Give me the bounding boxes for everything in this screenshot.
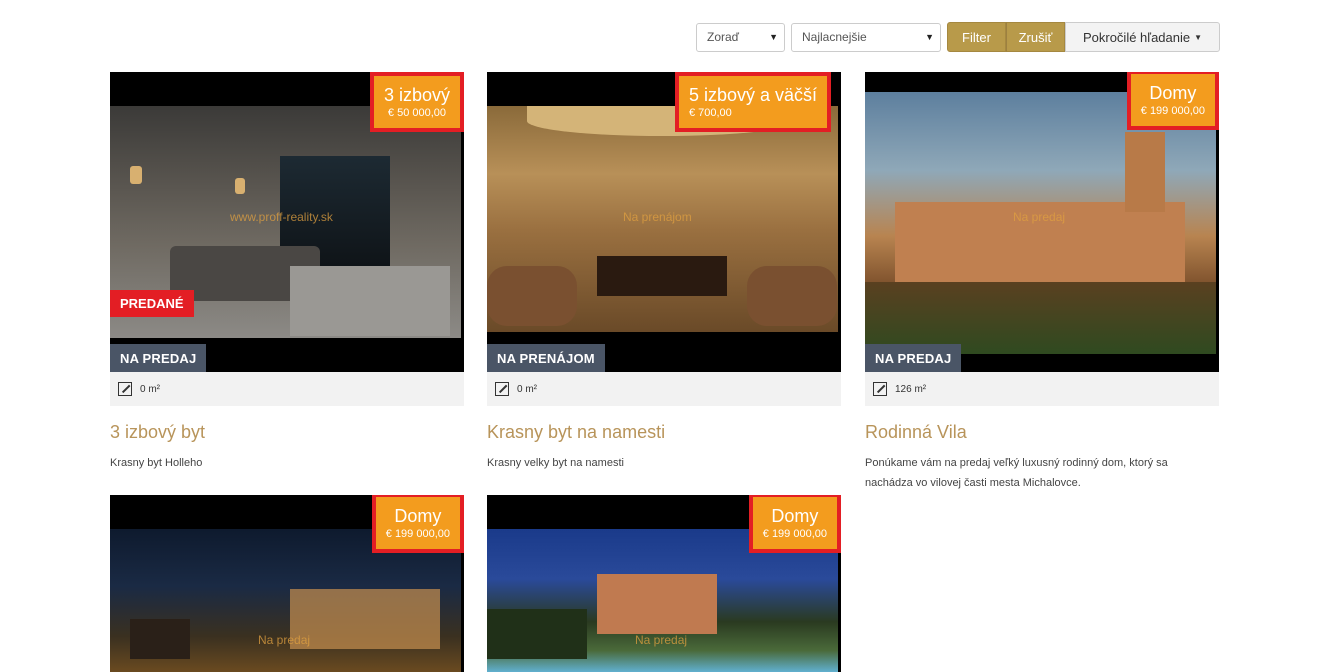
property-price: € 50 000,00 — [387, 107, 447, 119]
listing-card[interactable]: www.proff-reality.sk 3 izbový € 50 000,0… — [110, 72, 464, 473]
order-select[interactable]: Zoraď ▼ — [696, 22, 785, 52]
listing-photo[interactable]: Na predaj Domy € 199 000,00 NA PREDAJ — [865, 72, 1219, 372]
listing-description: Krasny velky byt na namesti — [487, 457, 624, 469]
status-badge: NA PREDAJ — [865, 344, 962, 372]
status-badge: NA PRENÁJOM — [487, 344, 605, 372]
listing-photo[interactable]: Na predaj Domy € 199 000,00 — [110, 495, 464, 672]
status-badge: NA PREDAJ — [110, 344, 207, 372]
watermark-text: Na predaj — [1013, 210, 1066, 224]
property-price: € 199 000,00 — [762, 528, 827, 540]
listing-description: Krasny byt Holleho — [110, 457, 203, 469]
listing-card[interactable]: Na predaj Domy € 199 000,00 — [487, 495, 841, 672]
listing-title[interactable]: Krasny byt na namesti — [487, 422, 841, 443]
garden-villa-image — [487, 529, 838, 672]
property-type: Domy — [771, 506, 819, 526]
sold-badge: PREDANÉ — [110, 290, 194, 317]
listing-card[interactable]: Na prenájom 5 izbový a väčší € 700,00 NA… — [487, 72, 841, 473]
filter-toolbar: Zoraď ▼ Najlacnejšie ▼ Filter Zrušiť Pok… — [696, 22, 1220, 52]
price-tag: 3 izbový € 50 000,00 — [369, 72, 464, 132]
price-tag: 5 izbový a väčší € 700,00 — [674, 72, 832, 132]
watermark-text: Na predaj — [635, 633, 688, 647]
property-price: € 199 000,00 — [385, 528, 450, 540]
listing-area: 126 m² — [895, 383, 927, 395]
sort-select[interactable]: Najlacnejšie ▼ — [791, 22, 941, 52]
area-icon — [873, 382, 887, 396]
listing-photo[interactable]: Na predaj Domy € 199 000,00 — [487, 495, 841, 672]
advanced-search-label: Pokročilé hľadanie — [1082, 29, 1191, 45]
listing-meta: 126 m² — [865, 372, 1219, 406]
caret-down-icon: ▼ — [925, 32, 934, 42]
order-select-label: Zoraď — [707, 30, 740, 44]
advanced-search-button[interactable]: Pokročilé hľadanie ▼ — [1065, 22, 1220, 52]
watermark-text: Na predaj — [258, 633, 311, 647]
property-price: € 700,00 — [688, 107, 732, 119]
filter-button-group: Filter Zrušiť Pokročilé hľadanie ▼ — [947, 22, 1220, 52]
watermark-text: Na prenájom — [623, 210, 692, 224]
cancel-button[interactable]: Zrušiť — [1006, 22, 1065, 52]
night-villa-image — [110, 529, 461, 672]
listing-area: 0 m² — [140, 383, 160, 395]
listing-title[interactable]: Rodinná Vila — [865, 422, 1219, 443]
listing-photo[interactable]: Na prenájom 5 izbový a väčší € 700,00 NA… — [487, 72, 841, 372]
listing-card[interactable]: Na predaj Domy € 199 000,00 — [110, 495, 464, 672]
property-type: 5 izbový a väčší — [688, 85, 817, 105]
filter-button[interactable]: Filter — [947, 22, 1006, 52]
caret-down-icon: ▼ — [1194, 32, 1203, 42]
listing-area: 0 m² — [517, 383, 537, 395]
property-type: Domy — [394, 506, 442, 526]
listing-description: Ponúkame vám na predaj veľký luxusný rod… — [865, 457, 1168, 489]
listing-photo[interactable]: www.proff-reality.sk 3 izbový € 50 000,0… — [110, 72, 464, 372]
property-type: 3 izbový — [383, 85, 450, 105]
listing-meta: 0 m² — [487, 372, 841, 406]
property-type: Domy — [1149, 83, 1197, 103]
area-icon — [118, 382, 132, 396]
caret-down-icon: ▼ — [769, 32, 778, 42]
listing-meta: 0 m² — [110, 372, 464, 406]
price-tag: Domy € 199 000,00 — [371, 495, 464, 553]
price-tag: Domy € 199 000,00 — [1126, 72, 1219, 130]
listing-title[interactable]: 3 izbový byt — [110, 422, 464, 443]
property-price: € 199 000,00 — [1140, 105, 1205, 117]
area-icon — [495, 382, 509, 396]
sort-select-label: Najlacnejšie — [802, 30, 867, 44]
watermark-text: www.proff-reality.sk — [230, 210, 333, 224]
listing-card[interactable]: Na predaj Domy € 199 000,00 NA PREDAJ 12… — [865, 72, 1219, 493]
price-tag: Domy € 199 000,00 — [748, 495, 841, 553]
